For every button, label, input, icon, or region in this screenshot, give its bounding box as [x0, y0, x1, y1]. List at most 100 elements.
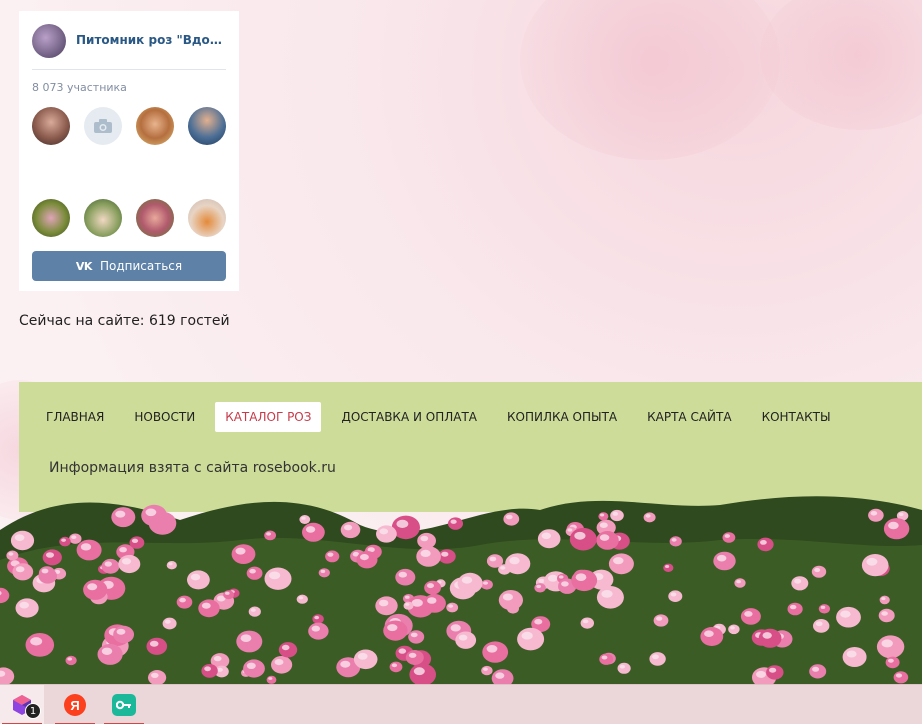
rose-blossom: [505, 553, 531, 575]
rose-highlight: [881, 611, 888, 616]
rose-highlight: [846, 650, 857, 658]
rose-highlight: [164, 619, 171, 624]
rose-highlight: [281, 644, 290, 651]
rose-blossom: [569, 527, 597, 551]
rose-blossom: [113, 625, 134, 644]
rose-blossom: [893, 671, 909, 684]
rose-highlight: [567, 528, 573, 532]
rose-blossom: [10, 530, 35, 551]
menu-item-home[interactable]: ГЛАВНАЯ: [36, 402, 114, 432]
menu-item-rose-catalog[interactable]: КАТАЛОГ РОЗ: [215, 402, 322, 432]
member-avatar[interactable]: [32, 107, 70, 145]
rose-highlight: [704, 630, 714, 637]
rose-blossom: [395, 568, 416, 586]
vk-community-widget: Питомник роз "Вдохновение" 8 073 участни…: [19, 11, 239, 291]
rose-blossom: [65, 655, 77, 666]
camera-icon: [94, 119, 112, 133]
member-avatar[interactable]: [136, 199, 174, 237]
rose-highlight: [420, 535, 429, 542]
rose-highlight: [450, 519, 457, 524]
rose-highlight: [458, 634, 468, 641]
rose-blossom: [299, 515, 311, 524]
rose-highlight: [547, 574, 558, 582]
member-avatar[interactable]: [32, 199, 70, 237]
member-avatar[interactable]: [136, 107, 174, 145]
rose-highlight: [19, 601, 30, 609]
rose-blossom: [111, 507, 136, 528]
rose-blossom: [278, 642, 298, 658]
rose-blossom: [236, 630, 263, 653]
rose-blossom: [608, 553, 634, 575]
rose-blossom: [296, 594, 308, 604]
rose-blossom: [879, 595, 890, 605]
rose-highlight: [301, 516, 306, 520]
rose-blossom: [766, 665, 784, 680]
rose-blossom: [408, 630, 425, 644]
taskbar-app-gem[interactable]: 1: [0, 685, 44, 724]
member-avatar[interactable]: [188, 107, 226, 145]
menu-item-experience[interactable]: КОПИЛКА ОПЫТА: [497, 402, 627, 432]
menu-item-sitemap[interactable]: КАРТА САЙТА: [637, 402, 741, 432]
rose-blossom: [713, 551, 736, 571]
rose-blossom: [649, 652, 666, 666]
rose-highlight: [619, 664, 626, 669]
background-petal: [520, 0, 780, 160]
rose-highlight: [119, 547, 127, 553]
taskbar-app-key[interactable]: [102, 685, 146, 724]
group-name-link[interactable]: Питомник роз "Вдохновение": [76, 33, 228, 47]
rose-highlight: [41, 568, 49, 574]
rose-blossom: [176, 595, 193, 609]
rose-highlight: [149, 640, 159, 647]
rose-highlight: [521, 631, 533, 640]
yandex-icon: Я: [64, 694, 86, 716]
rose-highlight: [87, 583, 98, 591]
rose-blossom: [503, 512, 520, 526]
rose-blossom: [457, 572, 483, 594]
rose-highlight: [888, 658, 894, 663]
menu-item-contacts[interactable]: КОНТАКТЫ: [752, 402, 841, 432]
group-avatar[interactable]: [32, 24, 66, 58]
rose-highlight: [204, 666, 212, 672]
member-avatar[interactable]: [84, 199, 122, 237]
rose-highlight: [240, 634, 252, 642]
rose-highlight: [448, 604, 454, 608]
member-avatar[interactable]: [84, 107, 122, 145]
rose-highlight: [427, 597, 437, 604]
member-avatar[interactable]: [188, 199, 226, 237]
rose-blossom: [423, 594, 446, 613]
rose-highlight: [427, 583, 434, 589]
menu-item-delivery-payment[interactable]: ДОСТАВКА И ОПЛАТА: [331, 402, 487, 432]
rose-blossom: [885, 656, 900, 669]
rose-blossom: [243, 659, 265, 678]
rose-blossom: [353, 649, 378, 670]
rose-highlight: [30, 637, 43, 646]
rose-blossom: [876, 635, 905, 659]
rose-highlight: [441, 551, 449, 557]
rose-highlight: [387, 624, 398, 632]
rose-blossom: [480, 579, 493, 590]
rose-highlight: [266, 532, 272, 536]
rose-blossom: [813, 619, 830, 633]
rose-blossom: [129, 536, 145, 549]
menu-item-news[interactable]: НОВОСТИ: [124, 402, 205, 432]
rose-blossom: [740, 608, 761, 625]
rose-blossom: [818, 604, 831, 614]
rose-blossom: [325, 550, 340, 563]
rose-highlight: [201, 602, 211, 609]
rose-highlight: [235, 547, 246, 555]
rose-highlight: [379, 528, 389, 535]
rose-blossom: [76, 539, 102, 561]
rose-blossom: [534, 583, 546, 593]
roses-banner: [0, 490, 922, 685]
rose-highlight: [67, 657, 72, 661]
rose-blossom: [308, 622, 329, 640]
subscribe-button[interactable]: VK Подписаться: [32, 251, 226, 281]
rose-blossom: [446, 602, 459, 613]
taskbar-app-yandex[interactable]: Я: [53, 685, 97, 724]
rose-blossom: [417, 532, 436, 549]
rose-blossom: [878, 608, 895, 623]
rose-highlight: [314, 615, 320, 620]
rose-highlight: [121, 558, 132, 565]
rose-blossom: [375, 596, 398, 616]
members-count[interactable]: 8 073 участника: [32, 81, 127, 94]
